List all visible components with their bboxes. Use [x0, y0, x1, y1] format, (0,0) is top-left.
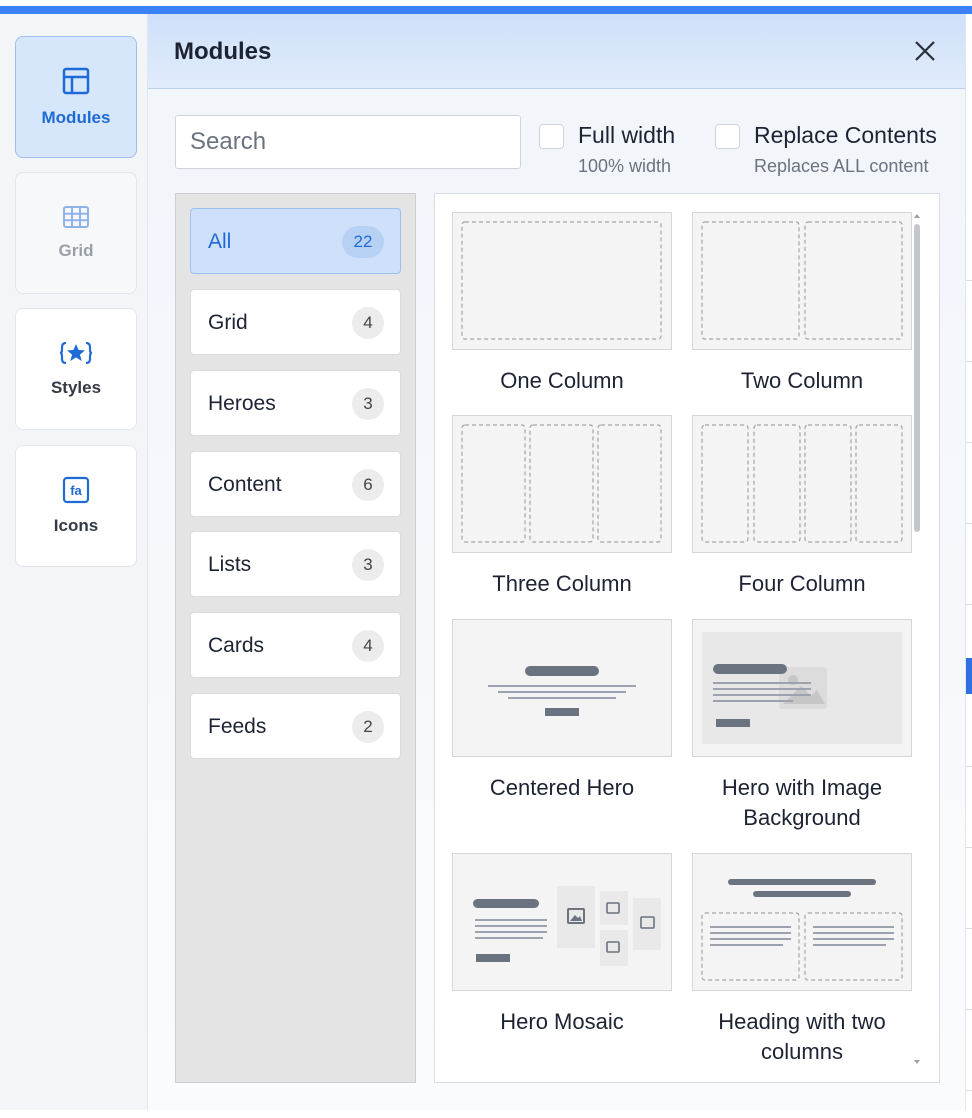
background-selection-strip	[966, 658, 972, 694]
module-thumbnail	[452, 619, 672, 757]
module-label: Hero with Image Background	[721, 775, 883, 830]
category-list: All 22 Grid 4 Heroes 3 Content 6 Lists 3…	[175, 193, 416, 1083]
search-input[interactable]	[175, 115, 521, 169]
rail-item-label: Styles	[50, 378, 102, 397]
category-name: Lists	[208, 553, 252, 576]
full-width-label: Full width	[578, 122, 676, 148]
scroll-up-arrow-icon[interactable]	[914, 214, 920, 218]
module-label: One Column	[500, 368, 624, 393]
tool-rail: Modules Grid Styles fa Icons	[0, 14, 148, 1110]
full-width-checkbox[interactable]	[539, 124, 564, 149]
module-thumbnail	[452, 212, 672, 350]
rail-grid-button[interactable]: Grid	[15, 172, 137, 294]
close-icon	[915, 41, 935, 61]
module-card-heading-with-two-columns[interactable]: Heading with two columns	[692, 853, 912, 1067]
category-name: Content	[208, 473, 282, 496]
category-count-badge: 22	[342, 226, 384, 258]
category-name: Heroes	[208, 392, 276, 415]
background-editor-edge	[966, 200, 972, 1100]
scroll-down-arrow-icon[interactable]	[914, 1060, 920, 1064]
module-card-four-column[interactable]: Four Column	[692, 415, 912, 599]
rail-item-label: Modules	[41, 108, 111, 127]
panel-header: Modules	[148, 14, 965, 89]
modules-panel: Modules Full width 100% width Replace Co…	[148, 14, 966, 1110]
rail-styles-button[interactable]: Styles	[15, 308, 137, 430]
category-name: Grid	[208, 311, 248, 334]
category-count-badge: 3	[352, 388, 384, 420]
module-card-one-column[interactable]: One Column	[452, 212, 672, 396]
rail-item-label: Grid	[58, 241, 94, 260]
category-lists[interactable]: Lists 3	[190, 531, 401, 597]
category-count-badge: 3	[352, 549, 384, 581]
category-content[interactable]: Content 6	[190, 451, 401, 517]
window-top-accent	[0, 6, 972, 14]
category-grid[interactable]: Grid 4	[190, 289, 401, 355]
module-card-two-column[interactable]: Two Column	[692, 212, 912, 396]
category-heroes[interactable]: Heroes 3	[190, 370, 401, 436]
close-button[interactable]	[913, 39, 937, 63]
category-count-badge: 6	[352, 469, 384, 501]
module-thumbnail	[692, 619, 912, 757]
full-width-hint: 100% width	[578, 156, 672, 176]
replace-contents-label: Replace Contents	[754, 122, 937, 148]
module-label: Hero Mosaic	[500, 1009, 624, 1034]
category-all[interactable]: All 22	[190, 208, 401, 274]
replace-contents-checkbox[interactable]	[715, 124, 740, 149]
category-name: Cards	[208, 634, 265, 657]
category-count-badge: 4	[352, 307, 384, 339]
replace-contents-hint: Replaces ALL content	[754, 156, 929, 176]
category-count-badge: 2	[352, 711, 384, 743]
star-braces-icon	[59, 340, 93, 366]
module-card-hero-mosaic[interactable]: Hero Mosaic	[452, 853, 672, 1037]
module-thumbnail	[692, 415, 912, 553]
module-label: Two Column	[740, 368, 864, 393]
module-label: Centered Hero	[489, 775, 635, 800]
module-thumbnail	[692, 853, 912, 991]
module-thumbnail	[692, 212, 912, 350]
category-feeds[interactable]: Feeds 2	[190, 693, 401, 759]
gallery-scrollbar[interactable]	[913, 214, 921, 1064]
layout-icon	[61, 66, 91, 96]
module-label: Heading with two columns	[718, 1009, 886, 1064]
grid-icon	[62, 205, 90, 229]
module-gallery: One Column Two Column Three Column Four …	[434, 193, 940, 1083]
module-label: Four Column	[738, 571, 866, 596]
svg-text:fa: fa	[70, 483, 82, 498]
rail-modules-button[interactable]: Modules	[15, 36, 137, 158]
module-label: Three Column	[492, 571, 632, 596]
category-name: Feeds	[208, 715, 267, 738]
category-count-badge: 4	[352, 630, 384, 662]
rail-icons-button[interactable]: fa Icons	[15, 445, 137, 567]
module-card-hero-with-image-background[interactable]: Hero with Image Background	[692, 619, 912, 833]
category-cards[interactable]: Cards 4	[190, 612, 401, 678]
module-card-three-column[interactable]: Three Column	[452, 415, 672, 599]
module-thumbnail	[452, 415, 672, 553]
fa-icon: fa	[62, 476, 90, 504]
category-name: All	[208, 230, 232, 253]
module-card-centered-hero[interactable]: Centered Hero	[452, 619, 672, 803]
module-thumbnail	[452, 853, 672, 991]
panel-title: Modules	[174, 38, 272, 65]
rail-item-label: Icons	[53, 516, 99, 535]
scrollbar-thumb[interactable]	[914, 224, 920, 532]
